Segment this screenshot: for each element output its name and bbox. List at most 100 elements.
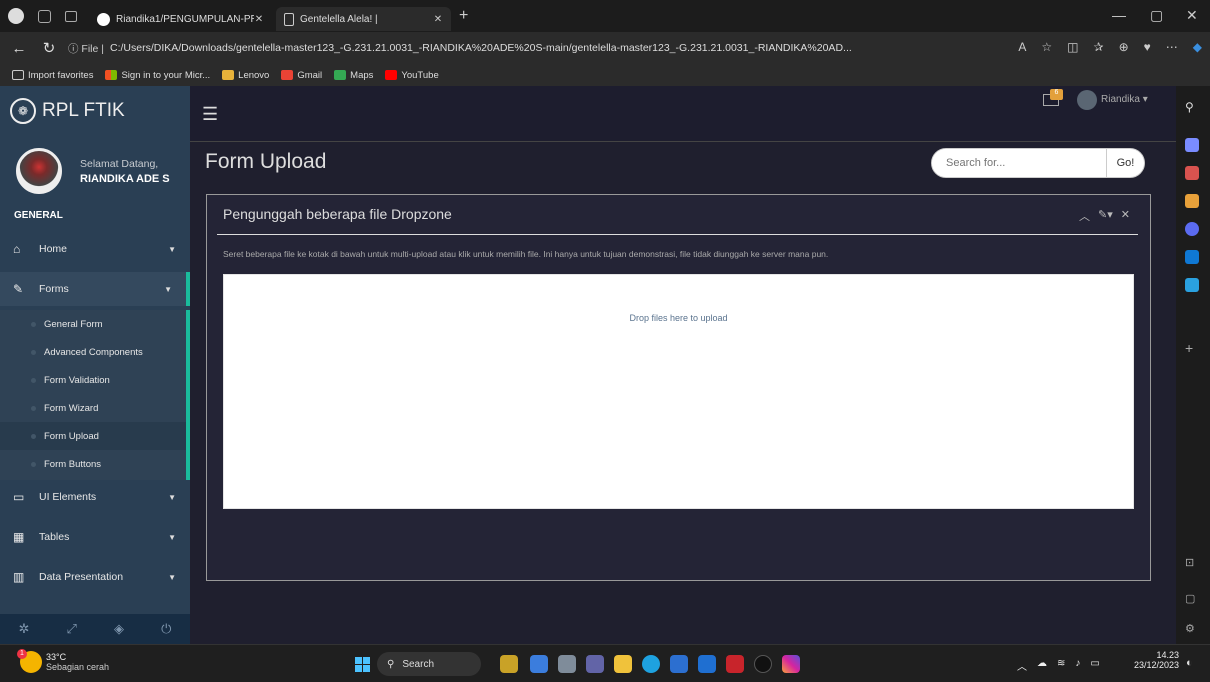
user-avatar[interactable] — [1077, 90, 1097, 110]
sidebar-item-forms[interactable]: ✎ Forms ▼ — [0, 272, 190, 306]
browser-essentials-icon[interactable]: ♥ — [1144, 40, 1151, 54]
taskbar-app-teams[interactable] — [586, 655, 604, 673]
bookmark-youtube[interactable]: YouTube — [385, 70, 439, 81]
minimize-button[interactable]: — — [1112, 7, 1126, 23]
temperature: 33°C — [46, 652, 67, 662]
taskbar-app-terminal[interactable] — [558, 655, 576, 673]
volume-icon[interactable]: ♪ — [1075, 658, 1080, 673]
collections-icon[interactable]: ⊕ — [1119, 40, 1129, 54]
taskbar-app-photos[interactable] — [530, 655, 548, 673]
taskbar-app-store[interactable] — [670, 655, 688, 673]
fullscreen-icon[interactable]: ⤢ — [67, 621, 77, 637]
submenu-item-form-upload[interactable]: Form Upload — [0, 422, 186, 450]
sidebar-item-tables[interactable]: ▦ Tables ▼ — [0, 520, 190, 554]
submenu-item-advanced-components[interactable]: Advanced Components — [0, 338, 186, 366]
close-tab-icon[interactable]: ✕ — [254, 14, 264, 25]
menu-toggle-icon[interactable]: ☰ — [202, 104, 218, 125]
bullet-icon — [31, 377, 36, 383]
battery-icon[interactable]: ▭ — [1090, 658, 1099, 673]
submenu-item-form-buttons[interactable]: Form Buttons — [0, 450, 186, 478]
sidebar-item-label: UI Elements — [39, 491, 97, 503]
search-go-button[interactable]: Go! — [1106, 149, 1144, 177]
tools-icon[interactable] — [1185, 166, 1199, 180]
shopping-icon[interactable] — [1185, 138, 1199, 152]
search-input[interactable] — [932, 149, 1106, 177]
collapse-icon[interactable]: ︿ — [1079, 208, 1090, 224]
settings-icon[interactable]: ✲ — [19, 621, 30, 637]
bookmark-microsoft[interactable]: Sign in to your Micr... — [105, 70, 210, 81]
logout-icon[interactable]: ⏻ — [161, 621, 171, 637]
favorite-star-icon[interactable]: ☆ — [1041, 40, 1052, 54]
cloud-icon[interactable]: ☁ — [1037, 658, 1047, 673]
wrench-icon[interactable]: ✎▾ — [1098, 208, 1113, 224]
notification-icon[interactable]: ◐ — [1186, 657, 1193, 669]
taskbar-app-lenovo[interactable] — [698, 655, 716, 673]
search-icon[interactable]: ⚲ — [1185, 100, 1199, 114]
lock-icon[interactable]: ◈ — [114, 621, 124, 637]
sidebar-item-label: Forms — [39, 283, 69, 295]
back-icon[interactable]: ← — [8, 40, 30, 57]
maps-icon — [334, 70, 347, 80]
taskbar-app-mcafee[interactable] — [726, 655, 744, 673]
sidebar-item-data-presentation[interactable]: ▥ Data Presentation ▼ — [0, 560, 190, 594]
tab-github[interactable]: Riandika1/PENGUMPULAN-PRAI ✕ — [89, 7, 272, 31]
wifi-icon[interactable]: ≋ — [1057, 658, 1065, 673]
submenu-item-form-validation[interactable]: Form Validation — [0, 366, 186, 394]
favorites-icon[interactable]: ✰ — [1094, 40, 1104, 54]
more-icon[interactable]: ⋯ — [1166, 40, 1178, 54]
sidebar-item-home[interactable]: ⌂ Home ▼ — [0, 232, 190, 266]
taskbar-app-explorer[interactable] — [614, 655, 632, 673]
close-window-button[interactable]: ✕ — [1186, 7, 1198, 24]
taskbar-app-widget[interactable] — [500, 655, 518, 673]
maximize-button[interactable]: ▢ — [1150, 7, 1163, 24]
refresh-icon[interactable]: ↻ — [38, 39, 60, 57]
read-aloud-icon[interactable]: A — [1018, 40, 1026, 54]
microsoft-icon — [105, 70, 118, 80]
weather-widget[interactable]: 1 33°C Sebagian cerah — [17, 649, 109, 673]
address-bar-row: ← ↻ ⓘ File | C:/Users/DIKA/Downloads/gen… — [0, 32, 1210, 64]
desktop-icon: ▭ — [13, 490, 25, 504]
chevron-down-icon: ▼ — [164, 284, 172, 294]
browser-tab-bar: Riandika1/PENGUMPULAN-PRAI ✕ Gentelella … — [0, 0, 1210, 32]
bookmark-lenovo[interactable]: Lenovo — [222, 70, 269, 81]
tab-actions-icon[interactable] — [65, 10, 77, 22]
chevron-down-icon: ▼ — [168, 572, 176, 582]
chevron-up-icon[interactable]: ︿ — [1017, 658, 1027, 673]
search-box: Go! — [931, 148, 1145, 178]
close-icon[interactable]: ✕ — [1121, 208, 1130, 224]
bullet-icon — [31, 349, 36, 355]
new-tab-button[interactable]: + — [459, 7, 468, 25]
copilot-icon[interactable]: ◆ — [1193, 40, 1202, 54]
windows-start-icon[interactable] — [355, 657, 370, 672]
send-icon[interactable] — [1185, 278, 1199, 292]
sidebar-item-ui-elements[interactable]: ▭ UI Elements ▼ — [0, 480, 190, 514]
section-title: GENERAL — [14, 210, 63, 221]
office-icon[interactable] — [1185, 222, 1199, 236]
sidebar-toggle-icon[interactable]: ▢ — [1185, 592, 1199, 606]
games-icon[interactable] — [1185, 194, 1199, 208]
mail-icon[interactable]: 6 — [1043, 89, 1063, 106]
profile-icon[interactable] — [8, 8, 24, 24]
split-screen-icon[interactable]: ◫ — [1067, 40, 1078, 54]
taskbar-app-instagram[interactable] — [782, 655, 800, 673]
taskbar-search[interactable]: ⚲ Search — [377, 652, 481, 676]
bookmark-maps[interactable]: Maps — [334, 70, 373, 81]
clock[interactable]: 14.23 23/12/2023 — [1127, 650, 1179, 670]
submenu-item-general-form[interactable]: General Form — [0, 310, 186, 338]
workspaces-icon[interactable] — [38, 9, 51, 23]
taskbar-app-tiktok[interactable] — [754, 655, 772, 673]
gear-icon[interactable]: ⚙ — [1185, 622, 1199, 636]
tab-gentelella[interactable]: Gentelella Alela! | ✕ — [276, 7, 451, 31]
dropzone[interactable]: Drop files here to upload — [223, 274, 1134, 509]
taskbar-app-edge[interactable] — [642, 655, 660, 673]
url-field[interactable]: ⓘ File | C:/Users/DIKA/Downloads/gentele… — [68, 37, 968, 59]
bookmark-import-favorites[interactable]: Import favorites — [12, 70, 93, 81]
outlook-icon[interactable] — [1185, 250, 1199, 264]
close-tab-icon[interactable]: ✕ — [433, 14, 443, 25]
brand[interactable]: ❁ RPL FTIK — [10, 98, 125, 124]
screenshot-icon[interactable]: ⊡ — [1185, 556, 1199, 570]
bookmark-gmail[interactable]: Gmail — [281, 70, 322, 81]
user-menu[interactable]: Riandika ▾ — [1101, 94, 1148, 105]
add-icon[interactable]: + — [1185, 340, 1199, 356]
submenu-item-form-wizard[interactable]: Form Wizard — [0, 394, 186, 422]
